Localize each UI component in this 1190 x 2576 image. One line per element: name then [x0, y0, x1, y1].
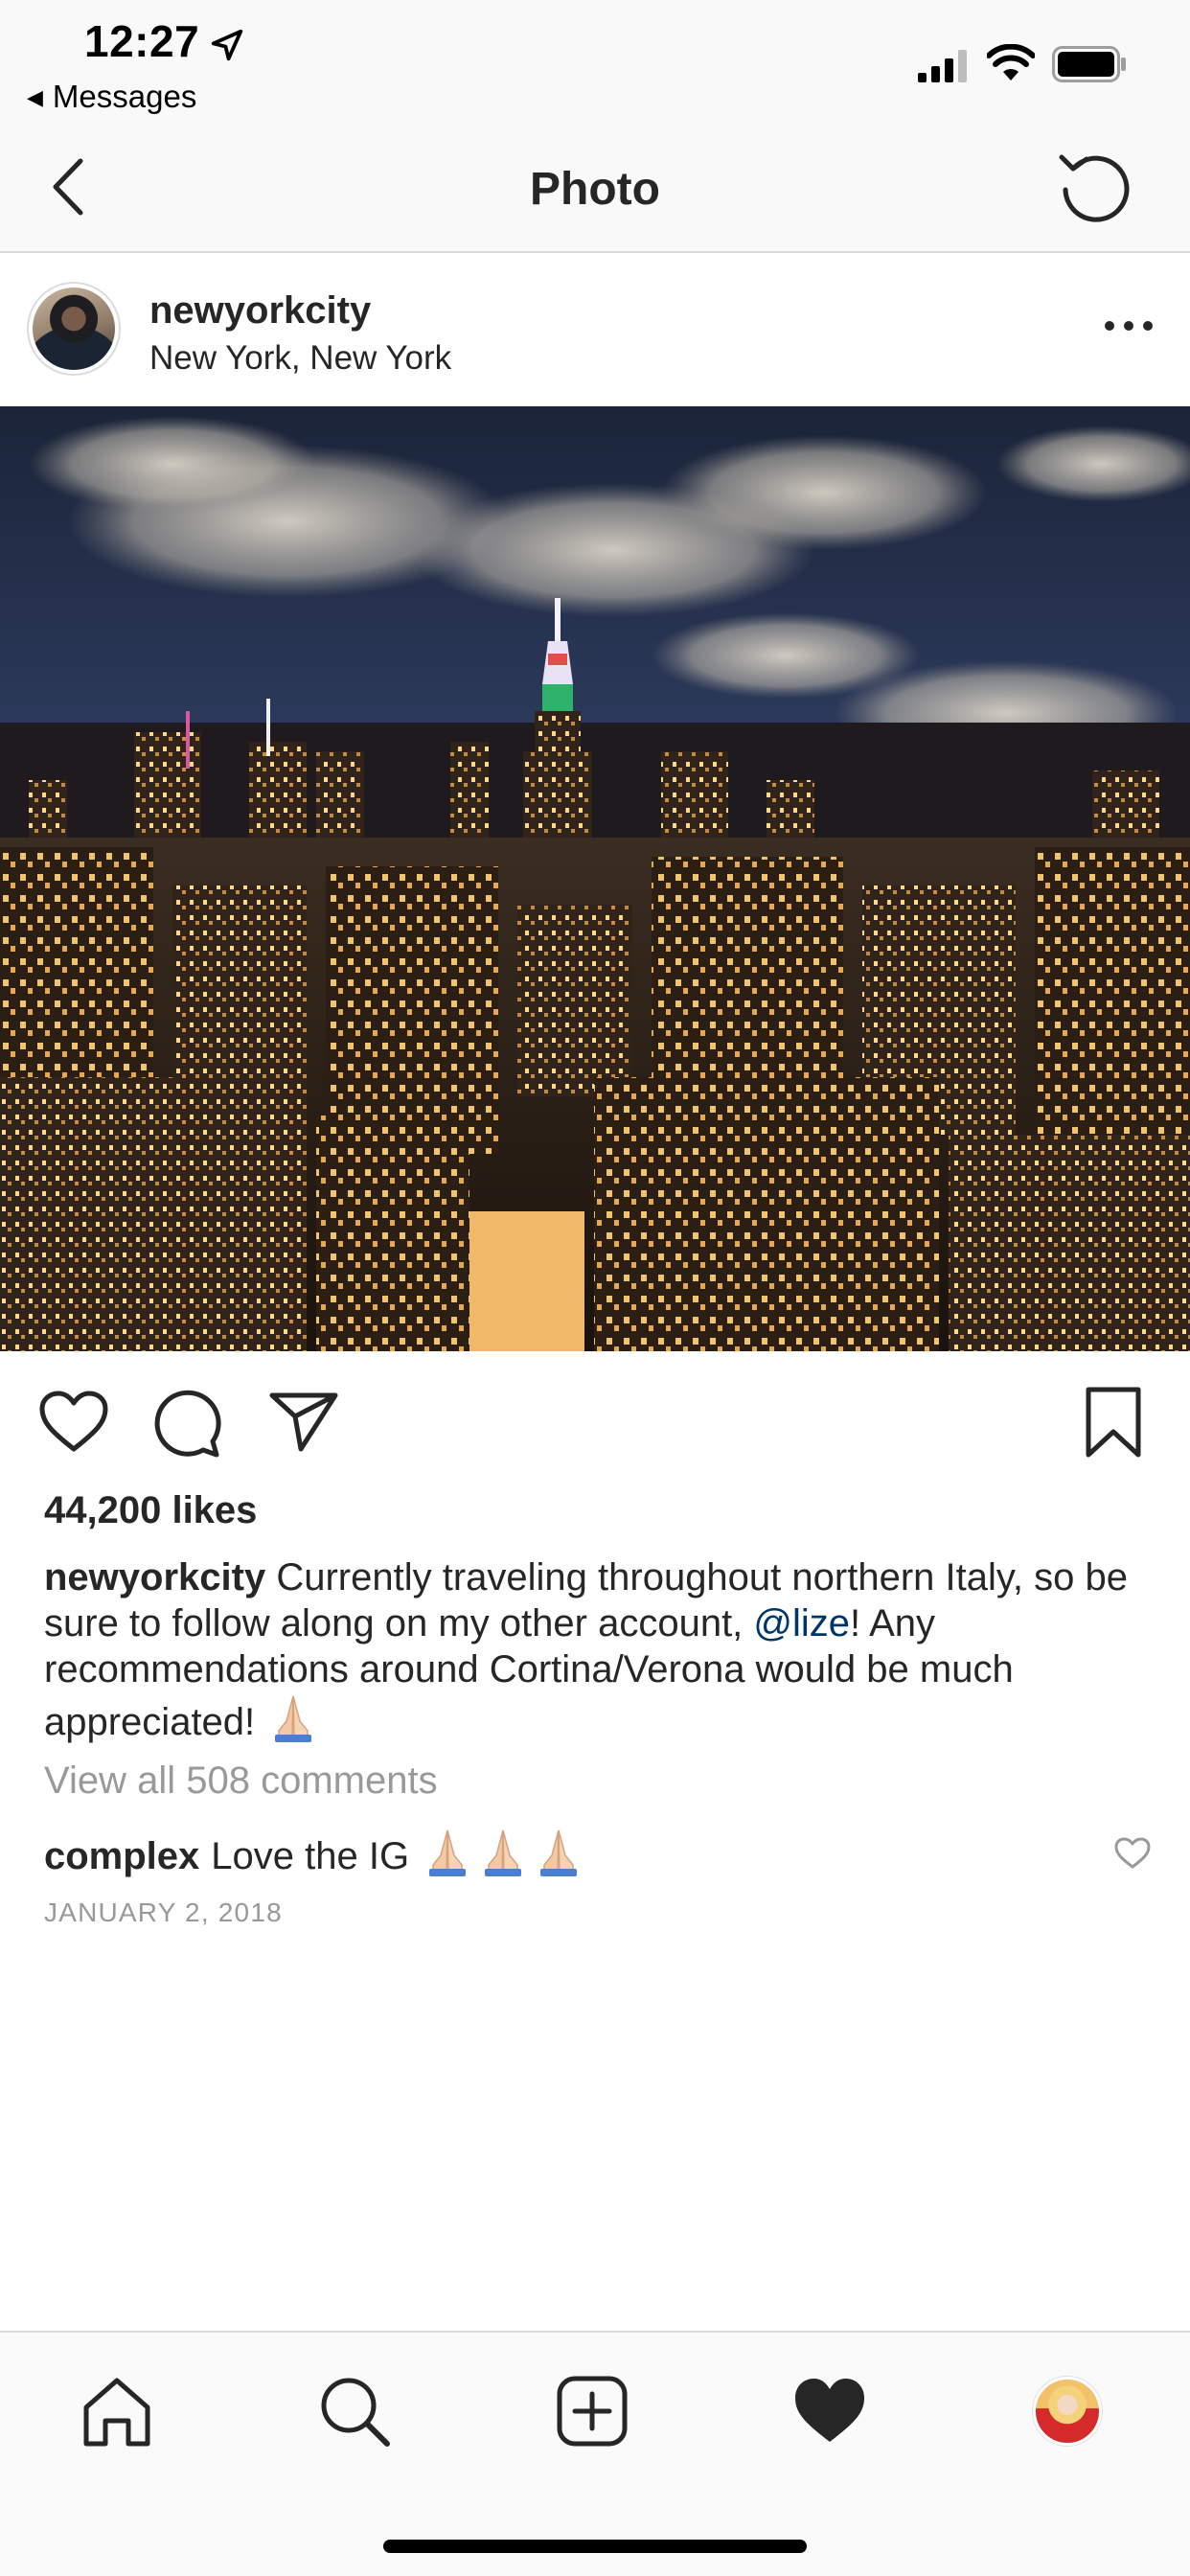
small-heart-icon[interactable] — [1113, 1836, 1152, 1871]
view-all-comments-link[interactable]: View all 508 comments — [44, 1760, 438, 1803]
comment-username[interactable]: complex — [44, 1835, 199, 1877]
plus-square-icon[interactable] — [554, 2373, 630, 2450]
folded-hands-emoji — [540, 1829, 578, 1876]
avatar-image — [33, 288, 115, 370]
cellular-signal-icon — [918, 50, 967, 82]
post-date: JANUARY 2, 2018 — [44, 1898, 283, 1927]
wifi-icon — [987, 44, 1035, 80]
status-bar: 12:27 ◀ Messages — [0, 0, 1190, 134]
home-indicator — [383, 2540, 807, 2553]
post-action-row — [0, 1351, 1190, 1485]
post-author-avatar[interactable] — [27, 282, 121, 376]
skyline-photo — [0, 406, 1190, 1351]
back-to-messages-label: Messages — [52, 79, 197, 114]
battery-icon — [1052, 46, 1126, 82]
post-username[interactable]: newyorkcity — [149, 289, 371, 333]
page-title: Photo — [530, 164, 660, 215]
likes-count[interactable]: 44,200 likes — [44, 1489, 257, 1532]
navigation-bar: Photo — [0, 134, 1190, 253]
folded-hands-emoji — [275, 1695, 312, 1742]
folded-hands-emoji — [485, 1829, 522, 1876]
comment-bubble-icon[interactable] — [153, 1390, 222, 1459]
location-arrow-icon — [211, 29, 243, 61]
more-horizontal-icon[interactable] — [1102, 316, 1156, 335]
heart-filled-icon[interactable] — [791, 2373, 868, 2450]
post-header: newyorkcity New York, New York — [0, 255, 1190, 406]
back-to-messages-link[interactable]: ◀ Messages — [27, 79, 196, 115]
status-time: 12:27 — [84, 16, 200, 66]
search-icon[interactable] — [316, 2373, 393, 2450]
home-icon[interactable] — [79, 2373, 155, 2450]
caption-username[interactable]: newyorkcity — [44, 1556, 265, 1598]
caption-mention-link[interactable]: @lize — [753, 1602, 850, 1644]
paper-plane-icon[interactable] — [268, 1390, 339, 1453]
bookmark-icon[interactable] — [1083, 1386, 1144, 1459]
profile-avatar[interactable] — [1033, 2377, 1102, 2446]
refresh-icon[interactable] — [1058, 148, 1131, 224]
tab-bar — [0, 2331, 1190, 2576]
post-caption: newyorkcity Currently traveling througho… — [44, 1554, 1156, 1745]
post-photo[interactable] — [0, 406, 1190, 1351]
folded-hands-emoji — [429, 1829, 467, 1876]
comment-row: complex Love the IG — [44, 1827, 586, 1878]
heart-outline-icon[interactable] — [38, 1390, 109, 1455]
back-triangle-icon: ◀ — [27, 85, 43, 109]
post-location[interactable]: New York, New York — [149, 339, 451, 378]
comment-text: Love the IG — [211, 1835, 421, 1877]
